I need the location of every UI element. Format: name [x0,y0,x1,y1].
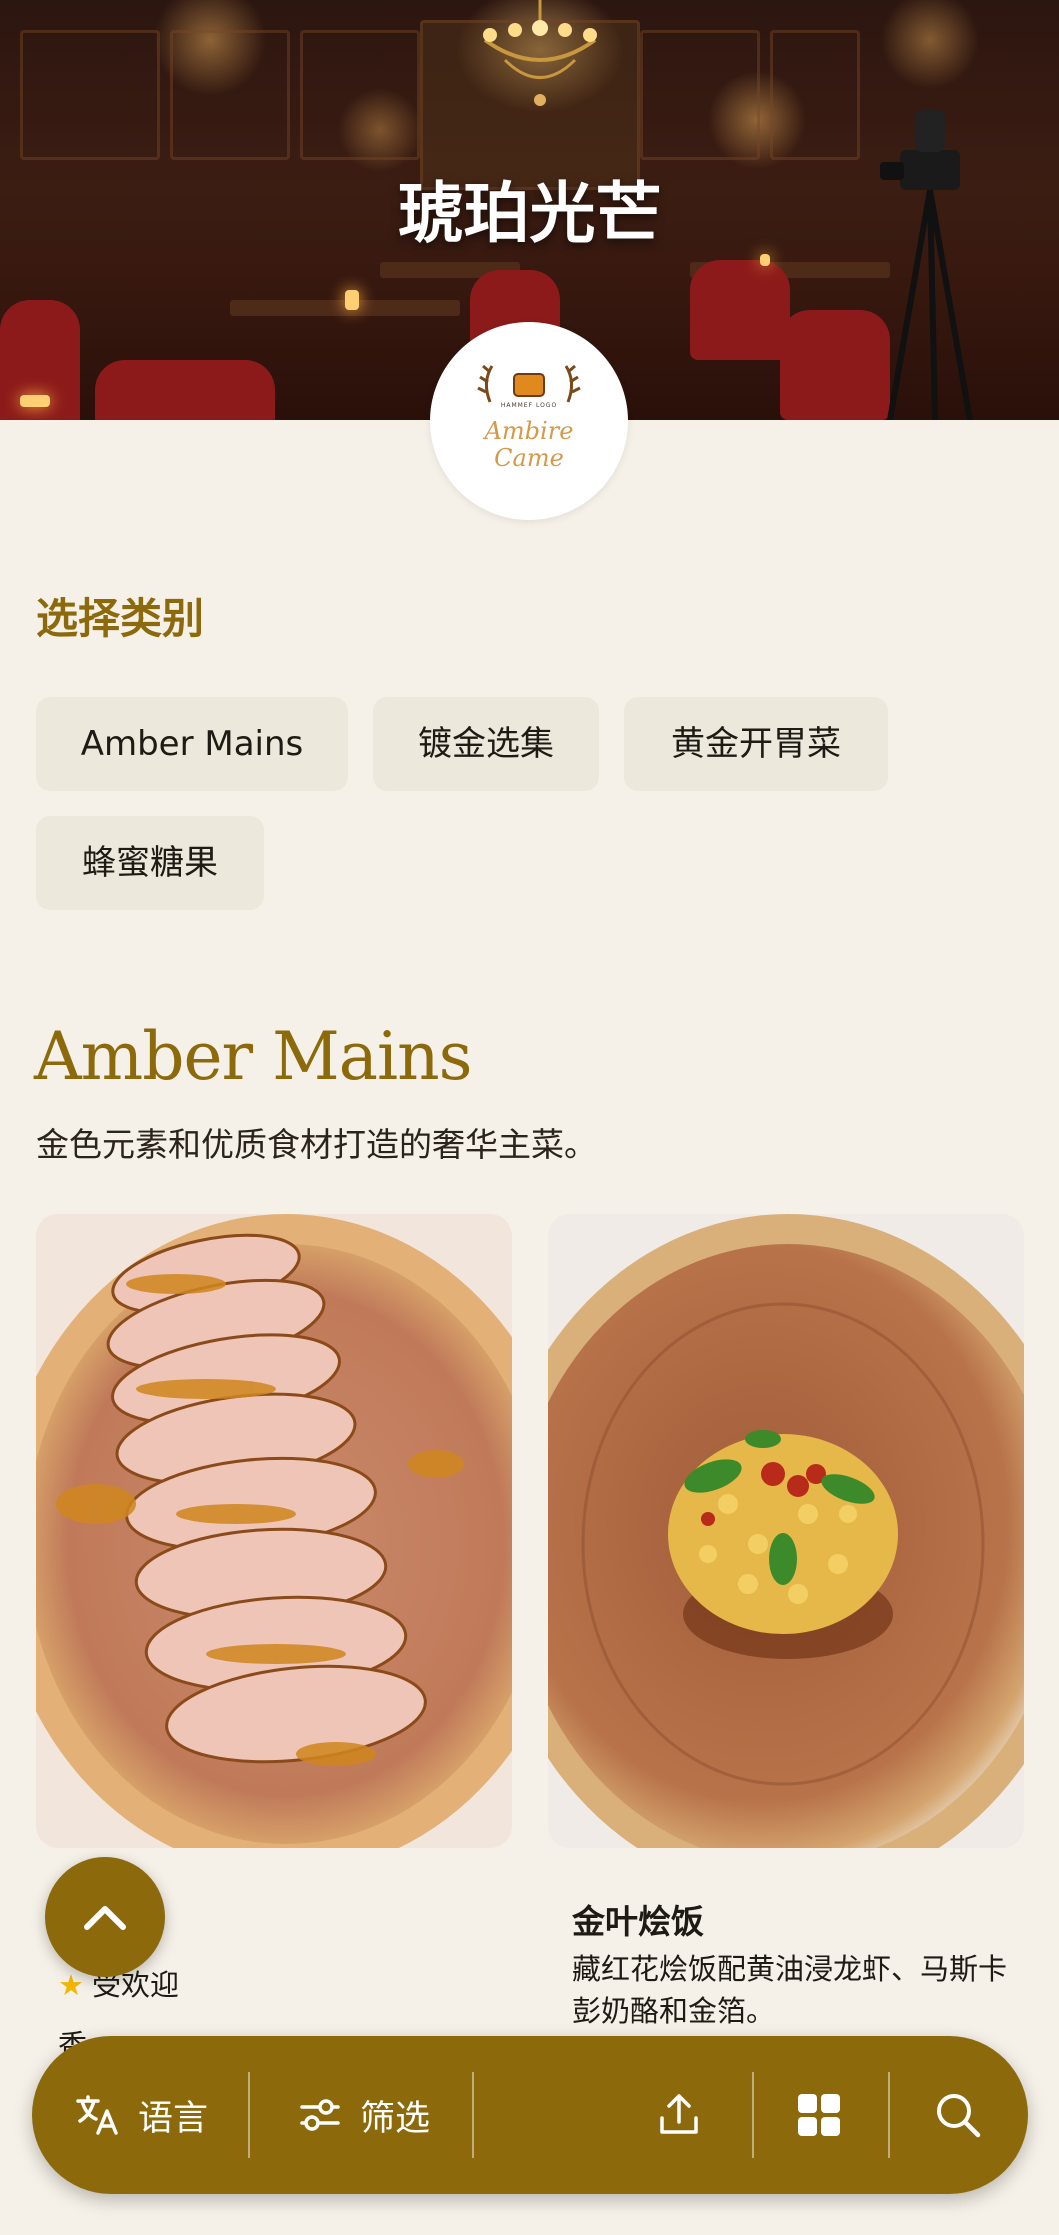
logo-script-line1: Ambire [484,417,574,445]
filter-label: 筛选 [360,2098,431,2139]
camera-tripod-decoration [880,110,973,420]
share-icon [660,2094,698,2134]
logo-tagline: HAMMEF LOGO [500,402,558,409]
category-chip-golden-appetizers[interactable]: 黄金开胃菜 [624,697,888,791]
filter-icon [300,2099,340,2131]
toolbar-divider [888,2072,890,2158]
chevron-up-icon [84,1906,126,1930]
search-button[interactable] [932,2036,984,2194]
dish-image-roast[interactable] [36,1214,512,1848]
scroll-to-top-button[interactable] [45,1857,165,1977]
category-heading: 选择类别 [36,594,205,643]
toolbar-divider [472,2072,474,2158]
logo-script-line2: Came [494,444,564,472]
language-label: 语言 [138,2098,209,2139]
category-chip-honey-sweets[interactable]: 蜂蜜糖果 [36,816,264,910]
dish-name-risotto: 金叶烩饭 [572,1902,704,1941]
bottom-toolbar: 语言 筛选 [32,2036,1028,2194]
restaurant-logo: HAMMEF LOGO Ambire Came [430,322,628,520]
dish-image-risotto[interactable] [548,1214,1024,1848]
toolbar-divider [752,2072,754,2158]
translate-icon [76,2095,118,2135]
category-chip-amber-mains[interactable]: Amber Mains [36,697,348,791]
grid-view-button[interactable] [794,2036,844,2194]
search-icon [937,2094,981,2138]
grid-icon [798,2094,840,2136]
category-chip-gilded-selection[interactable]: 镀金选集 [373,697,599,791]
section-description: 金色元素和优质食材打造的奢华主菜。 [36,1125,597,1164]
restaurant-title: 琥珀光芒 [397,175,662,252]
section-title: Amber Mains [34,1018,472,1095]
star-icon: ★ [58,1968,84,2002]
dish-description-risotto: 藏红花烩饭配黄油浸龙虾、马斯卡彭奶酪和金箔。 [572,1952,1008,2028]
language-button[interactable]: 语言 [74,2036,208,2194]
filter-button[interactable]: 筛选 [296,2036,430,2194]
share-button[interactable] [654,2036,704,2194]
toolbar-divider [248,2072,250,2158]
chandelier-decoration [483,0,597,106]
